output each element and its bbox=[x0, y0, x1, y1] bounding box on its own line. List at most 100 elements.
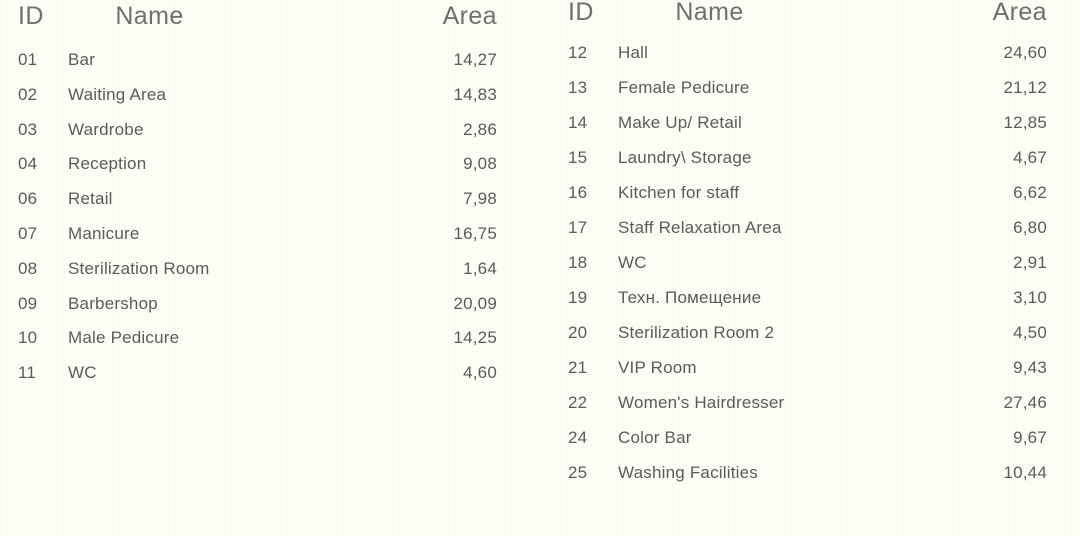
cell-name: Make Up/ Retail bbox=[618, 113, 742, 132]
cell-name: Washing Facilities bbox=[618, 463, 758, 482]
cell-id: 03 bbox=[18, 119, 38, 139]
cell-area: 24,60 bbox=[1003, 43, 1047, 62]
cell-area: 9,43 bbox=[1013, 358, 1047, 377]
cell-name: Bar bbox=[68, 50, 96, 69]
cell-id: 21 bbox=[568, 358, 588, 377]
column-header-name: Name bbox=[115, 2, 184, 30]
cell-id: 16 bbox=[568, 183, 588, 202]
room-table-left: ID Name Area 01 Bar 14,27 02 Waiting Are… bbox=[0, 0, 540, 536]
cell-id: 02 bbox=[18, 84, 38, 104]
cell-area: 6,80 bbox=[1013, 218, 1047, 237]
cell-area: 10,44 bbox=[1003, 463, 1047, 482]
cell-name: Sterilization Room 2 bbox=[618, 323, 775, 342]
cell-id: 22 bbox=[568, 393, 588, 412]
cell-name: Female Pedicure bbox=[618, 78, 750, 97]
table-row: 24 Color Bar 9,67 bbox=[568, 429, 1047, 464]
room-table-right-grid: ID Name Area 12 Hall 24,60 13 Female Ped… bbox=[568, 0, 1047, 499]
room-table-left-header: ID Name Area bbox=[18, 4, 497, 51]
cell-area: 27,46 bbox=[1003, 393, 1047, 412]
cell-name: Hall bbox=[618, 43, 649, 62]
cell-name: WC bbox=[68, 363, 97, 383]
cell-area: 14,25 bbox=[453, 328, 497, 348]
column-header-area: Area bbox=[992, 0, 1047, 26]
cell-area: 20,09 bbox=[453, 293, 497, 313]
cell-id: 06 bbox=[18, 189, 38, 209]
cell-name: Reception bbox=[68, 154, 147, 174]
table-row: 06 Retail 7,98 bbox=[18, 190, 497, 225]
table-row: 14 Make Up/ Retail 12,85 bbox=[568, 114, 1047, 149]
cell-area: 4,60 bbox=[463, 363, 497, 383]
room-table-right-body: 12 Hall 24,60 13 Female Pedicure 21,12 1… bbox=[568, 44, 1047, 499]
cell-area: 1,64 bbox=[463, 258, 497, 278]
cell-area: 16,75 bbox=[453, 223, 497, 243]
table-row: 07 Manicure 16,75 bbox=[18, 225, 497, 260]
cell-id: 20 bbox=[568, 323, 588, 342]
room-table-left-grid: ID Name Area 01 Bar 14,27 02 Waiting Are… bbox=[18, 4, 497, 399]
cell-name: Male Pedicure bbox=[68, 328, 180, 348]
cell-name: Women's Hairdresser bbox=[618, 393, 785, 412]
cell-id: 11 bbox=[18, 363, 37, 383]
cell-id: 07 bbox=[18, 223, 38, 243]
cell-id: 15 bbox=[568, 148, 588, 167]
table-row: 01 Bar 14,27 bbox=[18, 51, 497, 86]
table-row: 18 WC 2,91 bbox=[568, 254, 1047, 289]
cell-name: Wardrobe bbox=[68, 119, 144, 139]
table-row: 20 Sterilization Room 2 4,50 bbox=[568, 324, 1047, 359]
cell-id: 08 bbox=[18, 258, 38, 278]
cell-area: 9,08 bbox=[463, 154, 497, 174]
cell-name: Sterilization Room bbox=[68, 258, 210, 278]
column-header-id: ID bbox=[18, 2, 44, 30]
table-row: 10 Male Pedicure 14,25 bbox=[18, 329, 497, 364]
room-table-right-header: ID Name Area bbox=[568, 0, 1047, 44]
table-row: 03 Wardrobe 2,86 bbox=[18, 121, 497, 156]
cell-id: 24 bbox=[568, 428, 588, 447]
cell-id: 13 bbox=[568, 78, 588, 97]
cell-area: 2,91 bbox=[1013, 253, 1047, 272]
cell-name: Kitchen for staff bbox=[618, 183, 740, 202]
cell-id: 10 bbox=[18, 328, 38, 348]
cell-id: 18 bbox=[568, 253, 588, 272]
cell-id: 12 bbox=[568, 43, 588, 62]
table-row: 22 Women's Hairdresser 27,46 bbox=[568, 394, 1047, 429]
table-row: 11 WC 4,60 bbox=[18, 364, 497, 399]
column-header-id: ID bbox=[568, 0, 594, 26]
cell-name: VIP Room bbox=[618, 358, 697, 377]
cell-name: Laundry\ Storage bbox=[618, 148, 752, 167]
table-row: 21 VIP Room 9,43 bbox=[568, 359, 1047, 394]
cell-area: 12,85 bbox=[1003, 113, 1047, 132]
room-schedule-sheet: ID Name Area 01 Bar 14,27 02 Waiting Are… bbox=[0, 0, 1080, 536]
cell-id: 04 bbox=[18, 154, 38, 174]
table-row: 17 Staff Relaxation Area 6,80 bbox=[568, 219, 1047, 254]
table-row: 19 Техн. Помещение 3,10 bbox=[568, 289, 1047, 324]
cell-area: 4,50 bbox=[1013, 323, 1047, 342]
cell-name: Техн. Помещение bbox=[618, 288, 762, 307]
column-header-area: Area bbox=[442, 2, 497, 30]
table-row: 09 Barbershop 20,09 bbox=[18, 295, 497, 330]
table-row: 12 Hall 24,60 bbox=[568, 44, 1047, 79]
room-table-right: ID Name Area 12 Hall 24,60 13 Female Ped… bbox=[540, 0, 1080, 536]
cell-name: Manicure bbox=[68, 223, 140, 243]
table-row: 08 Sterilization Room 1,64 bbox=[18, 260, 497, 295]
cell-area: 14,83 bbox=[453, 84, 497, 104]
header-row: ID Name Area bbox=[568, 0, 1047, 44]
cell-name: Retail bbox=[68, 189, 113, 209]
cell-area: 2,86 bbox=[463, 119, 497, 139]
cell-area: 9,67 bbox=[1013, 428, 1047, 447]
room-table-left-body: 01 Bar 14,27 02 Waiting Area 14,83 03 Wa… bbox=[18, 51, 497, 399]
cell-name: Color Bar bbox=[618, 428, 692, 447]
cell-area: 21,12 bbox=[1003, 78, 1047, 97]
cell-area: 6,62 bbox=[1013, 183, 1047, 202]
table-row: 16 Kitchen for staff 6,62 bbox=[568, 184, 1047, 219]
cell-id: 25 bbox=[568, 463, 588, 482]
cell-area: 14,27 bbox=[453, 50, 497, 69]
cell-name: Barbershop bbox=[68, 293, 158, 313]
cell-area: 3,10 bbox=[1013, 288, 1047, 307]
cell-name: Staff Relaxation Area bbox=[618, 218, 782, 237]
table-row: 15 Laundry\ Storage 4,67 bbox=[568, 149, 1047, 184]
cell-id: 09 bbox=[18, 293, 38, 313]
cell-id: 01 bbox=[18, 50, 38, 69]
column-header-name: Name bbox=[675, 0, 744, 26]
cell-area: 4,67 bbox=[1013, 148, 1047, 167]
table-row: 25 Washing Facilities 10,44 bbox=[568, 464, 1047, 499]
cell-name: WC bbox=[618, 253, 647, 272]
